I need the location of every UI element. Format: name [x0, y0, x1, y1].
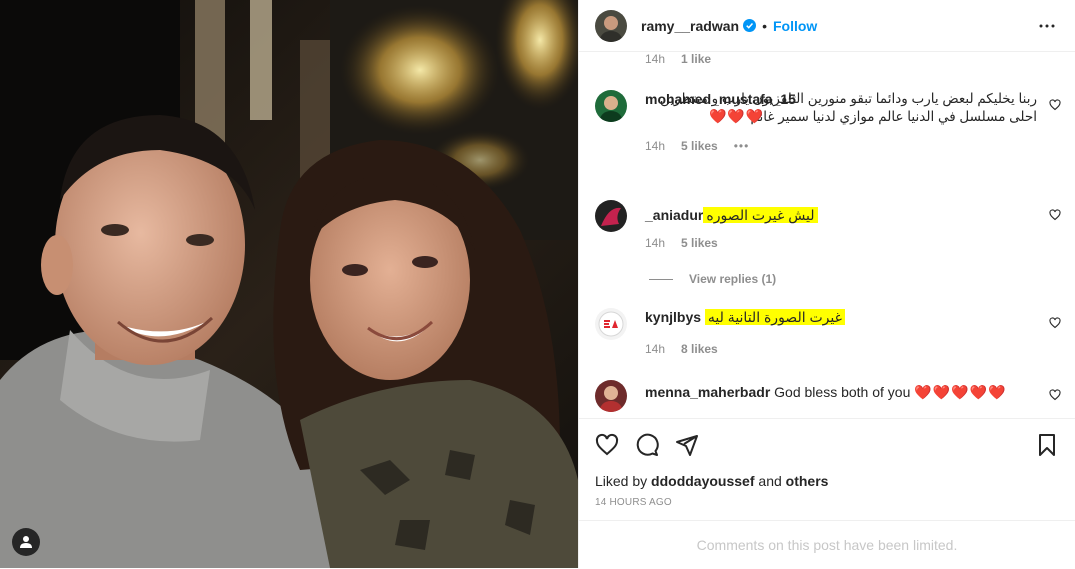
comment-time: 14h	[645, 139, 666, 153]
follow-button[interactable]: Follow	[773, 18, 817, 34]
verified-badge-icon	[743, 19, 757, 32]
author-avatar[interactable]	[595, 9, 627, 42]
comment-like-heart-icon[interactable]	[1049, 316, 1061, 334]
user-tag-glyph	[20, 536, 32, 548]
post-side-panel: ramy__radwan • Follow 14h 1 like mohamed…	[578, 0, 1075, 568]
liked-by-prefix: Liked by	[595, 473, 648, 489]
action-icons	[595, 431, 1059, 459]
view-replies-button[interactable]: View replies (1)	[649, 272, 1037, 286]
author-username[interactable]: ramy__radwan	[641, 18, 739, 34]
commenter-username[interactable]: _aniadur	[645, 207, 703, 223]
liked-by-and: and	[758, 473, 782, 489]
commenter-username[interactable]: menna_maherbadr	[645, 384, 770, 400]
heart-icon[interactable]	[595, 433, 619, 457]
comment-text: God bless both of you	[774, 384, 911, 400]
comment-time: 14h	[645, 52, 666, 66]
liked-by-others[interactable]: others	[786, 473, 829, 489]
post-actions: Liked by ddoddayoussef and others 14 HOU…	[579, 418, 1075, 508]
separator-dot: •	[762, 17, 767, 34]
liked-by-user[interactable]: ddoddayoussef	[651, 473, 754, 489]
comment-like-heart-icon[interactable]	[1049, 98, 1061, 116]
author-avatar-image	[595, 9, 627, 42]
comment-options-icon[interactable]: •••	[734, 139, 750, 153]
comment-likes[interactable]: 5 likes	[681, 139, 718, 153]
commenter-avatar-image	[595, 308, 627, 340]
comment-meta: 14h 5 likes •••	[645, 139, 1037, 153]
liked-by-line: Liked by ddoddayoussef and others	[595, 473, 1059, 489]
commenter-avatar-image	[595, 90, 627, 122]
comment-hearts: ❤️❤️❤️❤️❤️	[914, 384, 1007, 400]
comment-text: ليش غيرت الصوره	[703, 207, 818, 223]
comments-limited-notice: Comments on this post have been limited.	[579, 520, 1075, 569]
post-timestamp[interactable]: 14 HOURS AGO	[595, 497, 1059, 508]
selfie-image	[0, 0, 578, 568]
commenter-avatar-image	[595, 200, 627, 232]
comments-list[interactable]: 14h 1 like mohamed_mustafa_15 ربنا يخليك…	[579, 52, 1075, 417]
comment-like-heart-icon[interactable]	[1049, 388, 1061, 406]
comment-likes[interactable]: 8 likes	[681, 342, 718, 356]
commenter-avatar[interactable]	[595, 308, 627, 340]
commenter-avatar[interactable]	[595, 90, 627, 122]
comment-icon[interactable]	[635, 433, 659, 457]
commenter-username[interactable]: kynjlbys	[645, 309, 701, 325]
comment-time: 14h	[645, 236, 666, 250]
share-icon[interactable]	[675, 433, 699, 457]
comment-likes[interactable]: 1 like	[681, 52, 711, 66]
comment-meta: 14h 5 likes	[645, 236, 1037, 250]
view-replies-label: View replies (1)	[689, 272, 777, 286]
bookmark-icon[interactable]	[1035, 433, 1059, 457]
comment-text: غيرت الصورة التانية ليه	[704, 309, 845, 325]
commenter-avatar-image	[595, 380, 627, 412]
comment-time: 14h	[645, 342, 666, 356]
comment-meta: 14h 8 likes	[645, 342, 1037, 356]
comment-meta: 14h 1 like	[645, 52, 711, 66]
comment-like-heart-icon[interactable]	[1049, 208, 1061, 226]
commenter-avatar[interactable]	[595, 200, 627, 232]
post-header: ramy__radwan • Follow	[579, 0, 1075, 52]
comment-likes[interactable]: 5 likes	[681, 236, 718, 250]
user-tag-icon[interactable]	[12, 528, 40, 556]
commenter-avatar[interactable]	[595, 380, 627, 412]
post-photo[interactable]	[0, 0, 578, 568]
more-options-icon[interactable]	[1035, 14, 1059, 38]
replies-divider	[649, 278, 673, 280]
